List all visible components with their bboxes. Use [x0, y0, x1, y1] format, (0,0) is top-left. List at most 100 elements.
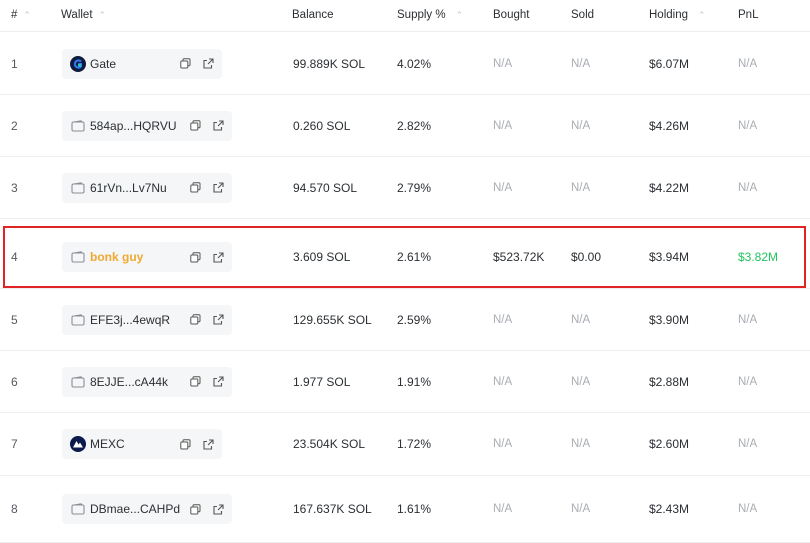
supply-cell: 1.72%	[397, 437, 432, 451]
sold-cell: $0.00	[571, 250, 602, 264]
copy-icon[interactable]	[189, 182, 201, 194]
col-holding-header[interactable]: Holding ⌃	[649, 9, 706, 21]
copy-icon[interactable]	[189, 251, 201, 263]
balance-cell: 23.504K SOL	[293, 437, 366, 451]
wallet-name[interactable]: Gate	[90, 57, 116, 71]
balance-cell: 0.260 SOL	[293, 118, 351, 133]
table-row[interactable]: 2 584ap...HQRVU 0.260 SOL 2.82% N/A N/A …	[0, 95, 810, 157]
row-index: 4	[11, 250, 18, 264]
copy-icon[interactable]	[189, 314, 201, 326]
mexc-logo-icon	[70, 436, 86, 452]
pnl-cell: N/A	[738, 503, 758, 515]
wallet-name[interactable]: 61rVn...Lv7Nu	[90, 181, 167, 195]
table-row[interactable]: 6 8EJJE...cA44k 1.977 SOL 1.91% N/A N/A …	[0, 351, 810, 413]
holding-cell: $2.88M	[649, 374, 690, 389]
wallet-name[interactable]: MEXC	[90, 437, 125, 451]
wallet-name[interactable]: bonk guy	[90, 250, 143, 264]
sold-cell: N/A	[571, 375, 591, 388]
holding-cell: $3.90M	[649, 312, 690, 327]
col-sold-header: Sold	[571, 9, 595, 21]
wallet-icon	[70, 249, 86, 265]
supply-cell: 2.82%	[397, 118, 432, 133]
copy-icon[interactable]	[189, 503, 201, 515]
wallet-cell[interactable]: MEXC	[62, 429, 222, 459]
pnl-cell: N/A	[738, 375, 758, 388]
balance-cell: 167.637K SOL	[293, 502, 372, 516]
wallet-icon	[70, 118, 86, 134]
external-link-icon[interactable]	[212, 251, 224, 263]
supply-cell: 1.61%	[397, 502, 432, 516]
supply-cell: 1.91%	[397, 374, 432, 389]
copy-icon[interactable]	[189, 376, 201, 388]
wallet-name[interactable]: 584ap...HQRVU	[90, 119, 177, 133]
sort-icon[interactable]: ⌃	[698, 10, 706, 21]
external-link-icon[interactable]	[212, 120, 224, 132]
bought-cell: N/A	[493, 57, 513, 70]
wallet-name[interactable]: 8EJJE...cA44k	[90, 375, 168, 389]
table-row[interactable]: 8 DBmae...CAHPd 167.637K SOL 1.61% N/A N…	[0, 476, 810, 543]
balance-cell: 1.977 SOL	[293, 374, 351, 389]
pnl-cell: N/A	[738, 313, 758, 326]
col-wallet-header[interactable]: Wallet ⌃	[61, 9, 106, 21]
pnl-cell: N/A	[738, 438, 758, 450]
wallet-icon	[70, 312, 86, 328]
row-index: 2	[11, 118, 18, 133]
row-index: 5	[11, 312, 18, 327]
external-link-icon[interactable]	[212, 314, 224, 326]
bought-cell: N/A	[493, 119, 513, 132]
bought-cell: N/A	[493, 503, 513, 515]
wallet-name[interactable]: EFE3j...4ewqR	[90, 313, 170, 327]
bought-cell: N/A	[493, 375, 513, 388]
copy-icon[interactable]	[189, 120, 201, 132]
external-link-icon[interactable]	[212, 503, 224, 515]
gate-logo-icon	[70, 55, 86, 72]
wallet-cell[interactable]: EFE3j...4ewqR	[62, 304, 232, 335]
sold-cell: N/A	[571, 181, 591, 194]
wallet-name[interactable]: DBmae...CAHPd	[90, 502, 180, 516]
wallet-cell[interactable]: bonk guy	[62, 242, 232, 272]
table-row[interactable]: 5 EFE3j...4ewqR 129.655K SOL 2.59% N/A N…	[0, 289, 810, 351]
wallet-cell[interactable]: 61rVn...Lv7Nu	[62, 172, 232, 203]
supply-cell: 2.79%	[397, 180, 432, 195]
wallet-icon	[70, 374, 86, 390]
wallet-cell[interactable]: 584ap...HQRVU	[62, 110, 232, 141]
external-link-icon[interactable]	[202, 58, 214, 70]
row-index: 8	[11, 502, 18, 516]
sold-cell: N/A	[571, 438, 591, 450]
row-index: 7	[11, 437, 18, 451]
balance-cell: 94.570 SOL	[293, 180, 358, 195]
col-balance-header: Balance	[292, 9, 334, 21]
external-link-icon[interactable]	[212, 376, 224, 388]
table-row[interactable]: 7 MEXC 23.504K SOL 1.72% N/A N/A $2.60M …	[0, 413, 810, 476]
balance-cell: 99.889K SOL	[293, 56, 366, 71]
sort-icon[interactable]: ⌃	[99, 10, 107, 21]
sort-icon[interactable]: ⌃	[23, 10, 31, 21]
col-index-header[interactable]: # ⌃	[11, 9, 31, 21]
table-row[interactable]: 4 bonk guy 3.609 SOL 2.61% $523.72K $0.0…	[0, 226, 810, 289]
external-link-icon[interactable]	[202, 438, 214, 450]
bought-cell: $523.72K	[493, 250, 545, 264]
copy-icon[interactable]	[179, 438, 191, 450]
bought-cell: N/A	[493, 313, 513, 326]
col-bought-header: Bought	[493, 9, 530, 21]
copy-icon[interactable]	[179, 58, 191, 70]
wallet-icon	[70, 180, 86, 196]
wallet-cell[interactable]: DBmae...CAHPd	[62, 494, 232, 524]
bought-cell: N/A	[493, 438, 513, 450]
external-link-icon[interactable]	[212, 182, 224, 194]
holding-cell: $4.26M	[649, 118, 690, 133]
sold-cell: N/A	[571, 57, 591, 70]
col-supply-header[interactable]: Supply % ⌃	[397, 9, 463, 21]
holding-cell: $4.22M	[649, 180, 690, 195]
sort-icon[interactable]: ⌃	[456, 10, 464, 21]
table-header: # ⌃ Wallet ⌃ Balance Supply % ⌃ Bought Sold…	[0, 0, 810, 32]
bought-cell: N/A	[493, 181, 513, 194]
col-pnl-header: PnL	[738, 9, 759, 21]
wallet-cell[interactable]: 8EJJE...cA44k	[62, 366, 232, 397]
pnl-cell: N/A	[738, 181, 758, 194]
wallet-cell[interactable]: Gate	[62, 48, 222, 79]
holding-cell: $6.07M	[649, 56, 690, 71]
table-row[interactable]: 1 Gate 99.889K SOL 4.02% N/A N/A $6.07M …	[0, 33, 810, 95]
row-index: 1	[11, 56, 18, 71]
table-row[interactable]: 3 61rVn...Lv7Nu 94.570 SOL 2.79% N/A N/A…	[0, 157, 810, 219]
